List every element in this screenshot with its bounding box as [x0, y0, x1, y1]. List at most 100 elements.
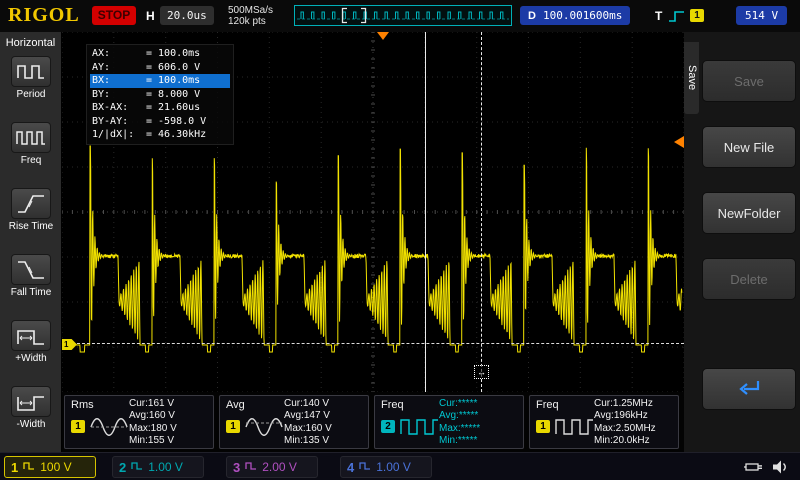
trigger-level-marker[interactable]	[674, 136, 684, 148]
measurement-cell-freq-ch2[interactable]: Freq 2 Cur:***** Avg:***** Max:***** Min…	[374, 395, 524, 449]
cursor-row-by[interactable]: BY: = 8.000 V	[90, 88, 230, 102]
sidebar-item-label: Rise Time	[8, 221, 54, 232]
measurement-values: Cur:1.25MHz Avg:196kHz Max:2.50MHz Min:2…	[594, 398, 674, 448]
minus-width-icon	[11, 386, 51, 417]
coupling-icon	[131, 460, 143, 474]
new-folder-button-label: NewFolder	[717, 205, 781, 221]
cursor-row-bx[interactable]: BX: = 100.0ms	[90, 74, 230, 88]
measurement-avg: Avg:147 V	[284, 410, 330, 422]
measurement-values: Cur:161 V Avg:160 V Max:180 V Min:155 V	[129, 398, 209, 448]
cursor-row-label: BX:	[92, 75, 111, 86]
cursor-row-label: BY:	[92, 88, 111, 100]
measurement-name: Rms	[71, 399, 94, 411]
measurement-avg: Avg:196kHz	[594, 410, 648, 422]
cursor-b-line[interactable]	[481, 32, 482, 392]
cursor-row-label: BY-AY:	[92, 115, 129, 127]
trigger-slope-icon	[668, 10, 685, 28]
coupling-icon	[359, 460, 371, 474]
cursor-row-bx-ax[interactable]: BX-AX: = 21.60us	[90, 101, 230, 115]
channel-1-box[interactable]: 1 100 V	[4, 456, 96, 478]
cursor-measurement-panel: AX: = 100.0ms AY: = 606.0 V BX: = 100.0m…	[86, 44, 234, 145]
cursor-row-ay[interactable]: AY: = 606.0 V	[90, 61, 230, 75]
channel-scale: 1.00 V	[148, 460, 183, 474]
measurement-min: Min:20.0kHz	[594, 435, 650, 447]
cursor-a-line[interactable]	[425, 32, 426, 392]
freq-icon	[11, 122, 51, 153]
new-folder-button[interactable]: NewFolder	[702, 192, 796, 234]
cursor-row-value: = 46.30kHz	[146, 129, 207, 140]
speaker-icon[interactable]	[772, 459, 790, 480]
run-state-badge: STOP	[92, 6, 136, 25]
measurement-bar: Rms 1 Cur:161 V Avg:160 V Max:180 V Min:…	[62, 392, 684, 452]
measurement-avg: Avg:*****	[439, 410, 479, 422]
menu-tab: Save	[684, 42, 699, 114]
cursor-row-inv-dx[interactable]: 1/|dX|: = 46.30kHz	[90, 128, 230, 142]
sidebar-item-fall-time[interactable]: Fall Time	[0, 252, 62, 314]
channel-4-box[interactable]: 4 1.00 V	[340, 456, 432, 478]
sidebar-item-freq[interactable]: Freq	[0, 120, 62, 182]
return-arrow-icon	[736, 380, 762, 400]
measurement-max: Max:180 V	[129, 422, 177, 434]
measurement-cell-avg[interactable]: Avg 1 Cur:140 V Avg:147 V Max:160 V Min:…	[219, 395, 369, 449]
sidebar-item-label: -Width	[16, 419, 46, 430]
channel-badge: 1	[226, 420, 240, 433]
freq-waveform-icon	[555, 416, 595, 443]
measurement-cell-freq-ch1[interactable]: Freq 1 Cur:1.25MHz Avg:196kHz Max:2.50MH…	[529, 395, 679, 449]
measurement-cell-rms[interactable]: Rms 1 Cur:161 V Avg:160 V Max:180 V Min:…	[64, 395, 214, 449]
measurement-min: Min:135 V	[284, 435, 330, 447]
delay-label: D	[528, 10, 536, 22]
measurement-max: Max:160 V	[284, 422, 332, 434]
measurement-values: Cur:140 V Avg:147 V Max:160 V Min:135 V	[284, 398, 364, 448]
cursor-y-line[interactable]	[62, 343, 684, 344]
coupling-icon	[245, 460, 257, 474]
measurement-cur: Cur:140 V	[284, 398, 330, 409]
sidebar-item-period[interactable]: Period	[0, 54, 62, 116]
trigger-label: T	[655, 9, 663, 23]
cursor-row-by-ay[interactable]: BY-AY: = -598.0 V	[90, 115, 230, 129]
sidebar-item-rise-time[interactable]: Rise Time	[0, 186, 62, 248]
measurement-name: Freq	[536, 399, 559, 411]
cursor-row-value: = 8.000 V	[146, 88, 201, 100]
measurement-min: Min:155 V	[129, 435, 175, 447]
channel-badge: 1	[536, 420, 550, 433]
horizontal-label: H	[146, 9, 155, 23]
sidebar-item-minus-width[interactable]: -Width	[0, 384, 62, 446]
rise-time-icon	[11, 188, 51, 219]
trigger-delay-marker[interactable]	[377, 32, 389, 40]
memory-depth: 120k pts	[228, 16, 266, 27]
delete-button-label: Delete	[730, 271, 768, 287]
sidebar-item-label: Period	[16, 89, 46, 100]
channel-badge: 2	[381, 420, 395, 433]
cursor-b-handle[interactable]: ↔	[474, 365, 489, 379]
cursor-row-label: AY:	[92, 61, 111, 73]
period-icon	[11, 56, 51, 87]
channel-status-bar: 1 100 V 2 1.00 V 3 2.00 V 4 1.00 V	[0, 452, 800, 480]
back-button[interactable]	[702, 368, 796, 410]
sidebar-item-plus-width[interactable]: +Width	[0, 318, 62, 380]
delay-value: 100.001600ms	[542, 9, 623, 22]
fall-time-icon	[11, 254, 51, 285]
menu-title: Horizontal	[5, 37, 56, 49]
trigger-level-value: 514 V	[736, 6, 788, 25]
channel-number: 4	[347, 459, 355, 475]
sidebar-item-label: Fall Time	[10, 287, 52, 298]
cursor-row-value: = 606.0 V	[146, 61, 201, 73]
measurement-cur: Cur:1.25MHz	[594, 398, 653, 409]
sidebar-item-label: +Width	[15, 353, 47, 364]
cursor-row-ax[interactable]: AX: = 100.0ms	[90, 47, 230, 61]
save-menu-panel: Save Save New File NewFolder Delete	[684, 32, 800, 452]
acquisition-readout: 500MSa/s 120k pts	[228, 5, 273, 27]
delete-button: Delete	[702, 258, 796, 300]
channel-3-box[interactable]: 3 2.00 V	[226, 456, 318, 478]
avg-waveform-icon	[245, 416, 285, 443]
cursor-row-value: = 100.0ms	[146, 75, 201, 86]
sample-rate: 500MSa/s	[228, 5, 274, 16]
top-status-bar: RIGOL STOP H 20.0us 500MSa/s 120k pts D1…	[0, 0, 800, 32]
usb-icon	[744, 459, 766, 480]
channel-2-box[interactable]: 2 1.00 V	[112, 456, 204, 478]
channel-scale: 1.00 V	[376, 460, 411, 474]
measurement-avg: Avg:160 V	[129, 410, 175, 422]
measurement-cur: Cur:161 V	[129, 398, 175, 409]
save-button-label: Save	[734, 73, 764, 89]
new-file-button[interactable]: New File	[702, 126, 796, 168]
